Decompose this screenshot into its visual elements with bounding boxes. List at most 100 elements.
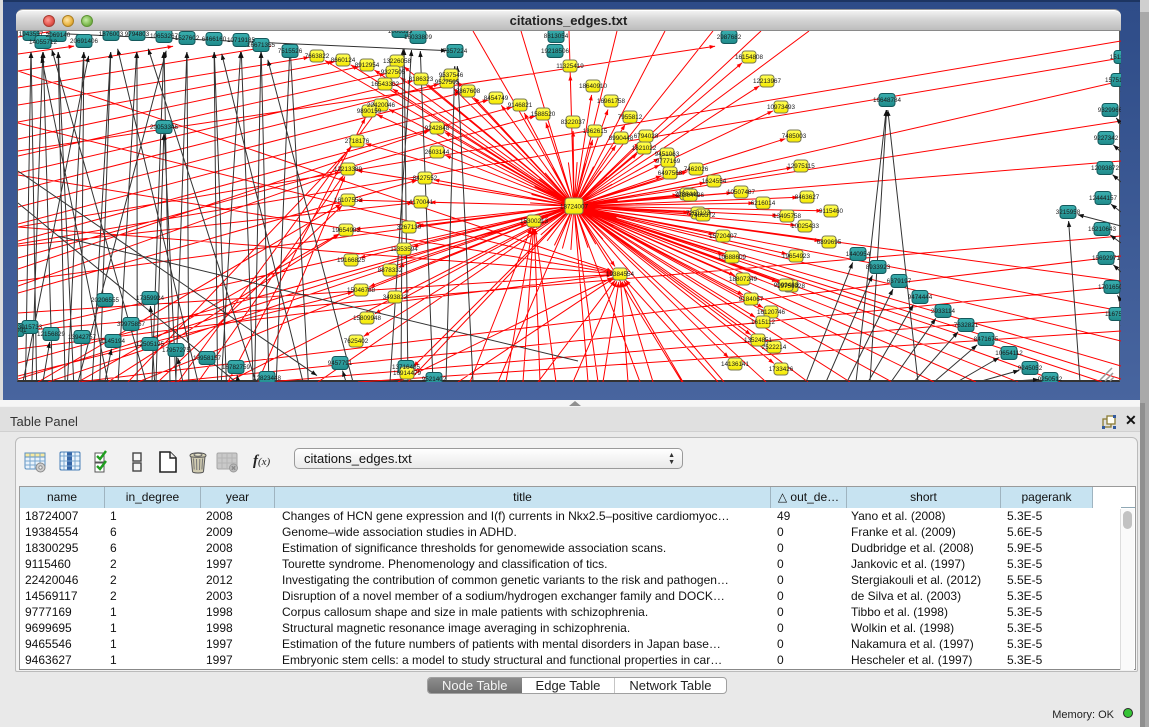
svg-text:2718176: 2718176	[345, 138, 370, 145]
svg-text:1167533: 1167533	[1105, 311, 1121, 318]
svg-text:8427552: 8427552	[413, 175, 438, 182]
svg-text:12444157: 12444157	[1089, 195, 1118, 202]
svg-text:18807249: 18807249	[729, 276, 758, 283]
svg-text:12505195: 12505195	[136, 341, 165, 348]
svg-text:7357224: 7357224	[443, 48, 468, 55]
svg-text:15046788: 15046788	[347, 287, 376, 294]
svg-text:6466160: 6466160	[202, 36, 227, 43]
svg-text:9474444: 9474444	[908, 294, 933, 301]
svg-text:13524851: 13524851	[744, 337, 773, 344]
svg-text:16914479: 16914479	[393, 370, 422, 377]
svg-text:8463627: 8463627	[795, 194, 820, 201]
svg-text:17957275: 17957275	[162, 347, 191, 354]
svg-text:16120746: 16120746	[757, 309, 786, 316]
svg-text:8813054: 8813054	[544, 33, 569, 40]
svg-text:16648784: 16648784	[873, 97, 902, 104]
svg-text:9537546: 9537546	[439, 72, 464, 79]
svg-text:9890159: 9890159	[357, 108, 382, 115]
svg-text:16961758: 16961758	[597, 98, 626, 105]
svg-text:9794803: 9794803	[125, 31, 150, 38]
svg-text:2522214: 2522214	[762, 344, 787, 351]
svg-text:6899695: 6899695	[817, 239, 842, 246]
svg-text:11325419: 11325419	[556, 63, 584, 70]
svg-text:16210643: 16210643	[1088, 226, 1117, 233]
svg-text:8660124: 8660124	[331, 57, 356, 64]
svg-text:2603144: 2603144	[425, 149, 450, 156]
svg-text:6497568: 6497568	[658, 170, 683, 177]
svg-text:7663822: 7663822	[305, 53, 330, 60]
svg-text:7625402: 7625402	[344, 338, 369, 345]
svg-text:16543302: 16543302	[371, 81, 400, 88]
svg-text:8322037: 8322037	[561, 119, 586, 126]
svg-text:7515526: 7515526	[278, 48, 303, 55]
svg-text:9146821: 9146821	[508, 102, 533, 109]
svg-text:10973493: 10973493	[767, 104, 796, 111]
svg-text:15692971: 15692971	[1092, 255, 1121, 262]
svg-text:11353594: 11353594	[390, 246, 418, 253]
svg-text:2987682: 2987682	[717, 34, 742, 41]
svg-text:1943557: 1943557	[19, 31, 44, 38]
svg-text:6216014: 6216014	[751, 200, 776, 207]
svg-text:9329966: 9329966	[1098, 107, 1121, 114]
svg-text:17016504: 17016504	[1098, 284, 1121, 291]
svg-text:1876003: 1876003	[99, 31, 124, 38]
svg-text:9327505: 9327505	[381, 69, 406, 76]
svg-text:8933923: 8933923	[866, 264, 891, 271]
svg-text:6794028: 6794028	[634, 133, 659, 140]
svg-text:15809948: 15809948	[353, 315, 382, 322]
svg-text:20053346: 20053346	[150, 124, 179, 131]
svg-text:1145194: 1145194	[101, 338, 126, 345]
svg-text:18640910: 18640910	[579, 83, 608, 90]
svg-text:8186323: 8186323	[409, 76, 434, 83]
svg-text:8912954: 8912954	[355, 62, 380, 69]
svg-text:2933114: 2933114	[931, 308, 956, 315]
svg-text:19654983: 19654983	[332, 227, 361, 234]
svg-text:7955812: 7955812	[618, 114, 643, 121]
svg-text:9115460: 9115460	[819, 208, 844, 215]
svg-text:9184067: 9184067	[739, 296, 764, 303]
svg-text:20206555: 20206555	[91, 297, 120, 304]
svg-text:3915733: 3915733	[18, 324, 43, 331]
svg-text:9245052: 9245052	[1018, 365, 1043, 372]
svg-text:13495758: 13495758	[773, 213, 802, 220]
svg-text:9777169: 9777169	[656, 158, 681, 165]
svg-text:16671355: 16671355	[247, 42, 276, 49]
svg-text:9527505: 9527505	[435, 79, 460, 86]
svg-text:15300213: 15300213	[520, 218, 549, 225]
svg-text:12093872: 12093872	[1091, 165, 1120, 172]
svg-text:19166825: 19166825	[337, 257, 366, 264]
svg-text:7632821: 7632821	[954, 322, 979, 329]
svg-text:1615112: 1615112	[751, 319, 776, 326]
svg-text:1624554: 1624554	[702, 178, 727, 185]
svg-text:1362615: 1362615	[583, 128, 608, 135]
svg-text:9521402: 9521402	[422, 376, 447, 382]
svg-text:3267130: 3267130	[397, 224, 422, 231]
svg-text:4170041: 4170041	[409, 199, 434, 206]
svg-text:18724007: 18724007	[560, 204, 589, 211]
svg-text:20691406: 20691406	[70, 38, 99, 45]
svg-text:15720407: 15720407	[709, 233, 738, 240]
svg-text:10654112: 10654112	[995, 350, 1023, 357]
svg-text:12975115: 12975115	[787, 163, 815, 170]
svg-text:15751074: 15751074	[1105, 77, 1121, 84]
svg-text:19384554: 19384554	[606, 271, 635, 278]
svg-text:16782759: 16782759	[222, 364, 251, 371]
svg-text:6379197: 6379197	[887, 278, 912, 285]
svg-text:9250512: 9250512	[1038, 376, 1063, 382]
svg-text:16154808: 16154808	[735, 54, 764, 61]
svg-text:13942757: 13942757	[68, 334, 97, 341]
svg-text:20364436: 20364436	[676, 192, 705, 199]
svg-text:9457791: 9457791	[328, 360, 353, 367]
svg-text:12213967: 12213967	[753, 78, 782, 85]
svg-text:9099483: 9099483	[774, 282, 799, 289]
svg-text:10025433: 10025433	[791, 223, 820, 230]
svg-text:14136141: 14136141	[721, 361, 750, 368]
svg-text:10688609: 10688609	[718, 254, 747, 261]
svg-text:12213389: 12213389	[334, 166, 363, 173]
svg-text:7462026: 7462026	[684, 166, 709, 173]
svg-text:16033809: 16033809	[404, 34, 433, 41]
svg-text:39975857: 39975857	[117, 321, 146, 328]
svg-text:2867608: 2867608	[456, 88, 481, 95]
svg-text:9242848: 9242848	[425, 125, 450, 132]
svg-text:1588520: 1588520	[531, 111, 556, 118]
